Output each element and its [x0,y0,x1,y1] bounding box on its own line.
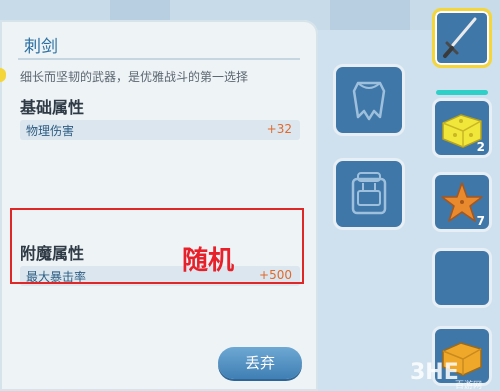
inventory-slot-sponge[interactable]: 2 [432,98,492,158]
watermark-logo: 3HE [410,360,459,385]
title-bar: 刺剑 [18,28,300,60]
equipment-slot-backpack[interactable] [333,158,405,230]
item-detail-panel: 刺剑 细长而坚韧的武器，是优雅战斗的第一选择 基础属性 物理伤害 +32 附魔属… [0,20,318,391]
stat-value: +32 [266,122,292,136]
inventory-slot-rapier[interactable] [432,8,492,68]
inventory-slot-starfish[interactable]: 7 [432,172,492,232]
panel-tab-marker [0,68,6,82]
stat-name: 物理伤害 [26,124,75,138]
base-attributes-heading: 基础属性 [20,98,85,117]
cape-icon [352,81,386,121]
annotation-highlight-box [10,208,304,284]
background-stripe [330,0,410,30]
equipment-slot-cape[interactable] [333,64,405,136]
item-title: 刺剑 [24,37,58,57]
item-description: 细长而坚韧的武器，是优雅战斗的第一选择 [20,70,249,84]
watermark-subtext: 百游网 [455,381,483,391]
stat-row-physical-damage: 物理伤害 +32 [20,120,300,140]
backpack-icon [351,172,387,215]
selected-indicator [436,90,488,95]
item-count: 2 [476,140,485,154]
discard-button[interactable]: 丢弃 [218,347,302,379]
annotation-random-label: 随机 [182,246,235,276]
rapier-icon [443,17,477,58]
item-count: 7 [476,214,485,228]
inventory-slot-empty[interactable] [432,248,492,308]
